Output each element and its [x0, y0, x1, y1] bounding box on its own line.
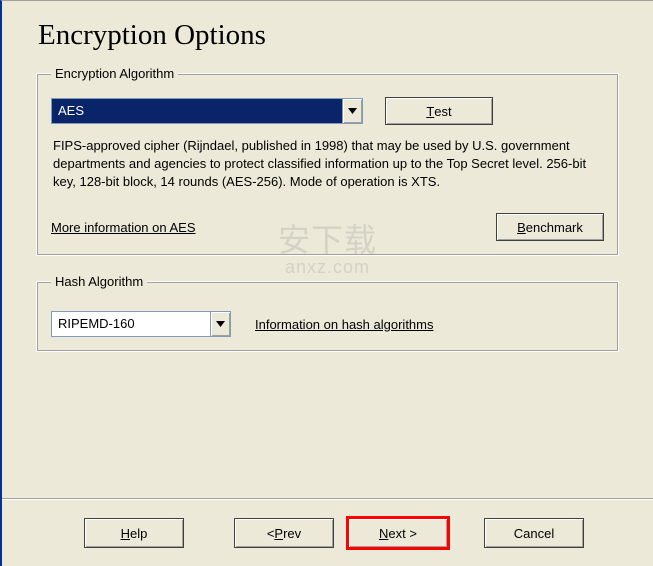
encryption-algorithm-group: Encryption Algorithm AES Test FIPS-appro… [36, 66, 619, 256]
cancel-button[interactable]: Cancel [484, 518, 584, 548]
hash-info-link[interactable]: Information on hash algorithms [255, 317, 433, 332]
help-button[interactable]: Help [84, 518, 184, 548]
test-button[interactable]: Test [385, 97, 493, 125]
chevron-down-icon [216, 321, 225, 327]
hash-row: RIPEMD-160 Information on hash algorithm… [51, 311, 604, 337]
footer: Help < Prev Next > Cancel [2, 498, 653, 548]
hash-algorithm-select[interactable]: RIPEMD-160 [51, 311, 231, 337]
encryption-legend: Encryption Algorithm [51, 66, 178, 81]
encryption-algorithm-select[interactable]: AES [51, 98, 363, 124]
benchmark-button[interactable]: Benchmark [496, 213, 604, 241]
hash-algorithm-group: Hash Algorithm RIPEMD-160 Information on… [36, 274, 619, 352]
encryption-row2: More information on AES Benchmark [51, 213, 604, 241]
content-area: Encryption Algorithm AES Test FIPS-appro… [2, 66, 653, 352]
hash-selected-value: RIPEMD-160 [52, 312, 210, 336]
dialog-window: Encryption Options Encryption Algorithm … [0, 0, 653, 566]
hash-legend: Hash Algorithm [51, 274, 147, 289]
prev-button[interactable]: < Prev [234, 518, 334, 548]
dropdown-button[interactable] [210, 312, 230, 336]
footer-separator [2, 498, 653, 500]
dropdown-button[interactable] [342, 99, 362, 123]
page-title: Encryption Options [2, 1, 653, 66]
encryption-row: AES Test [51, 97, 604, 125]
chevron-down-icon [348, 108, 357, 114]
encryption-description: FIPS-approved cipher (Rijndael, publishe… [53, 137, 593, 191]
next-button[interactable]: Next > [348, 518, 448, 548]
encryption-selected-value: AES [52, 99, 342, 123]
footer-buttons: Help < Prev Next > Cancel [36, 518, 619, 548]
more-info-link[interactable]: More information on AES [51, 220, 196, 235]
